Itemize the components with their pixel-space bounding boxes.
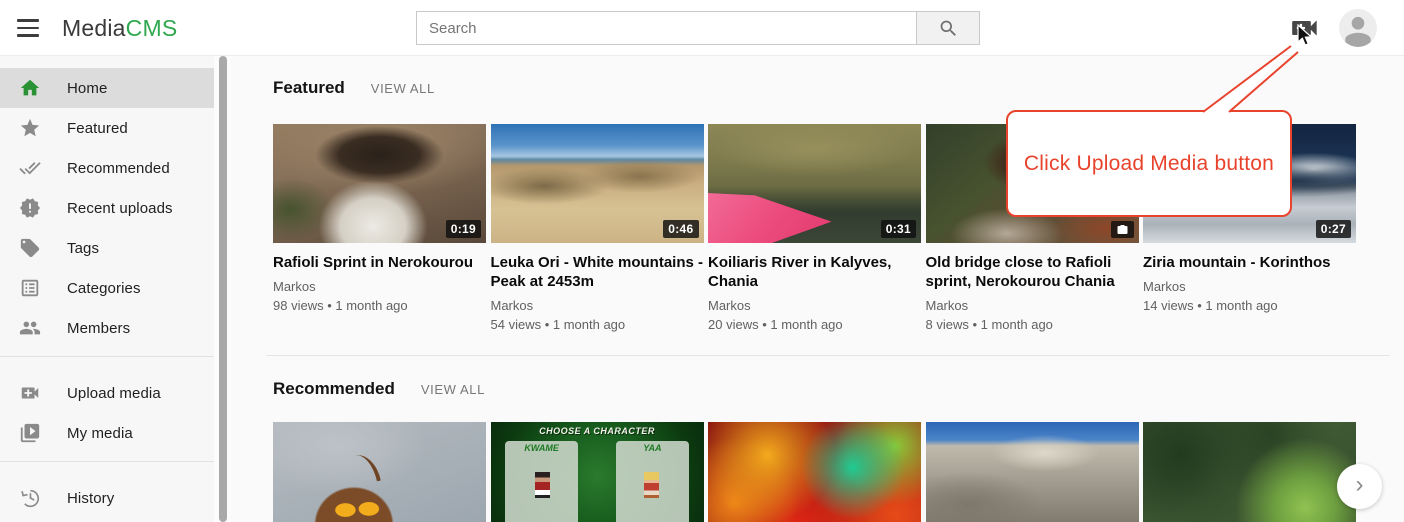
recommended-card-row: CHOOSE A CHARACTER KWAME YAA Selected Se… xyxy=(273,422,1356,522)
home-icon xyxy=(19,77,41,99)
video-thumbnail[interactable]: 0:31 xyxy=(708,124,921,243)
video-meta: 98 views • 1 month ago xyxy=(273,298,486,313)
history-icon xyxy=(19,487,41,509)
character-sprite xyxy=(644,472,659,498)
character-sprite xyxy=(535,472,550,498)
camera-icon xyxy=(1116,224,1129,235)
callout-text: Click Upload Media button xyxy=(1024,152,1274,176)
media-card[interactable] xyxy=(1143,422,1356,522)
featured-section-header: Featured VIEW ALL xyxy=(273,78,435,98)
sidebar-item-home[interactable]: Home xyxy=(0,68,214,108)
media-card[interactable]: 0:19 Rafioli Sprint in Nerokourou Markos… xyxy=(273,124,486,332)
thumbnail-overlay-text: KWAME xyxy=(505,443,577,453)
video-meta: 20 views • 1 month ago xyxy=(708,317,921,332)
media-card[interactable]: 0:46 Leuka Ori - White mountains - Peak … xyxy=(491,124,704,332)
sidebar-divider xyxy=(0,461,214,462)
sidebar-item-recent-uploads[interactable]: Recent uploads xyxy=(0,188,214,228)
recommended-view-all-link[interactable]: VIEW ALL xyxy=(421,382,485,397)
video-author[interactable]: Markos xyxy=(273,279,486,294)
video-thumbnail[interactable] xyxy=(926,422,1139,522)
upload-media-button[interactable] xyxy=(1291,17,1319,39)
sidebar-item-categories[interactable]: Categories xyxy=(0,268,214,308)
video-thumbnail[interactable]: 0:46 xyxy=(491,124,704,243)
video-author[interactable]: Markos xyxy=(1143,279,1356,294)
video-call-icon xyxy=(19,382,41,404)
logo-cms: CMS xyxy=(126,15,178,42)
duration-badge: 0:19 xyxy=(446,220,481,238)
tag-icon xyxy=(19,237,41,259)
section-divider xyxy=(266,355,1390,356)
star-icon xyxy=(19,117,41,139)
user-avatar[interactable] xyxy=(1339,9,1377,47)
people-icon xyxy=(19,317,41,339)
thumbnail-overlay-text: CHOOSE A CHARACTER xyxy=(491,426,704,436)
video-author[interactable]: Markos xyxy=(926,298,1139,313)
video-thumbnail[interactable] xyxy=(708,422,921,522)
sidebar-item-recommended[interactable]: Recommended xyxy=(0,148,214,188)
video-thumbnail[interactable]: CHOOSE A CHARACTER KWAME YAA Selected Se… xyxy=(491,422,704,522)
menu-icon[interactable] xyxy=(14,16,42,40)
person-icon xyxy=(1339,9,1377,47)
sidebar-item-members[interactable]: Members xyxy=(0,308,214,348)
search-bar xyxy=(416,11,980,45)
media-card[interactable] xyxy=(273,422,486,522)
search-button[interactable] xyxy=(916,11,980,45)
sidebar-divider xyxy=(0,356,214,357)
recommended-title: Recommended xyxy=(273,379,395,399)
duration-badge: 0:46 xyxy=(663,220,698,238)
media-card[interactable]: 0:31 Koiliaris River in Kalyves, Chania … xyxy=(708,124,921,332)
video-title[interactable]: Rafioli Sprint in Nerokourou xyxy=(273,253,486,272)
logo-media: Media xyxy=(62,15,126,42)
top-bar: MediaCMS xyxy=(0,0,1404,56)
sidebar-scroll-track xyxy=(214,56,230,522)
double-check-icon xyxy=(19,157,41,179)
video-meta: 14 views • 1 month ago xyxy=(1143,298,1356,313)
thumbnail-overlay-text: YAA xyxy=(616,443,688,453)
video-title[interactable]: Leuka Ori - White mountains - Peak at 24… xyxy=(491,253,704,291)
sidebar-item-my-media[interactable]: My media xyxy=(0,413,214,453)
sidebar-scrollbar[interactable] xyxy=(219,56,227,522)
sidebar-item-tags[interactable]: Tags xyxy=(0,228,214,268)
video-title[interactable]: Koiliaris River in Kalyves, Chania xyxy=(708,253,921,291)
duration-badge: 0:31 xyxy=(881,220,916,238)
search-input[interactable] xyxy=(416,11,916,45)
video-thumbnail[interactable] xyxy=(273,422,486,522)
video-meta: 54 views • 1 month ago xyxy=(491,317,704,332)
list-icon xyxy=(19,277,41,299)
new-releases-icon xyxy=(19,197,41,219)
sidebar: Home Featured Recommended Recent uploads… xyxy=(0,56,214,522)
video-title[interactable]: Old bridge close to Rafioli sprint, Nero… xyxy=(926,253,1139,291)
recommended-section-header: Recommended VIEW ALL xyxy=(273,379,485,399)
video-thumbnail[interactable] xyxy=(1143,422,1356,522)
search-icon xyxy=(938,18,959,39)
callout-tooltip: Click Upload Media button xyxy=(1006,110,1292,217)
video-thumbnail[interactable]: 0:19 xyxy=(273,124,486,243)
logo[interactable]: MediaCMS xyxy=(62,0,177,56)
sidebar-item-upload-media[interactable]: Upload media xyxy=(0,373,214,413)
carousel-next-button[interactable]: › xyxy=(1337,464,1382,509)
video-title[interactable]: Ziria mountain - Korinthos xyxy=(1143,253,1356,272)
sidebar-item-history[interactable]: History xyxy=(0,478,214,518)
media-card[interactable] xyxy=(708,422,921,522)
chevron-right-icon: › xyxy=(1356,473,1364,497)
featured-view-all-link[interactable]: VIEW ALL xyxy=(371,81,435,96)
video-author[interactable]: Markos xyxy=(491,298,704,313)
duration-badge: 0:27 xyxy=(1316,220,1351,238)
media-card[interactable] xyxy=(926,422,1139,522)
media-card[interactable]: CHOOSE A CHARACTER KWAME YAA Selected Se… xyxy=(491,422,704,522)
photo-badge xyxy=(1111,221,1134,238)
video-meta: 8 views • 1 month ago xyxy=(926,317,1139,332)
video-author[interactable]: Markos xyxy=(708,298,921,313)
sidebar-item-featured[interactable]: Featured xyxy=(0,108,214,148)
upload-media-icon xyxy=(1291,17,1319,39)
video-library-icon xyxy=(19,422,41,444)
featured-title: Featured xyxy=(273,78,345,98)
